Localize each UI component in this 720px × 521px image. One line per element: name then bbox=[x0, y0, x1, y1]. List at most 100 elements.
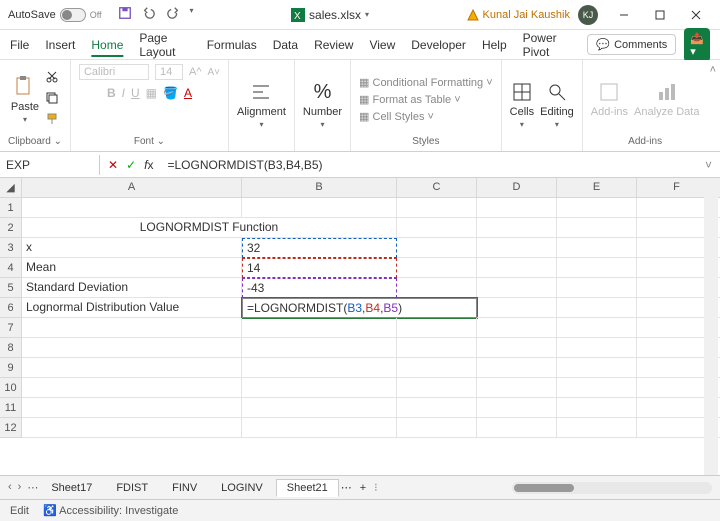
expand-formula-icon[interactable]: ˅ bbox=[697, 158, 720, 172]
row-3[interactable]: 3 bbox=[0, 238, 22, 258]
cut-icon[interactable] bbox=[45, 70, 59, 87]
avatar[interactable]: KJ bbox=[578, 5, 598, 25]
comments-button[interactable]: 💬 Comments bbox=[587, 34, 676, 55]
cell-B5[interactable]: -43 bbox=[242, 278, 397, 298]
tab-help[interactable]: Help bbox=[482, 38, 507, 52]
sheet-tab-5[interactable]: Sheet21 bbox=[276, 479, 339, 497]
sheet-tab-1[interactable]: Sheet17 bbox=[40, 479, 103, 497]
cells-button[interactable]: Cells▾ bbox=[510, 80, 534, 129]
cell-A1[interactable] bbox=[22, 198, 242, 218]
warning-icon bbox=[467, 9, 479, 21]
editing-icon bbox=[545, 80, 569, 104]
row-8[interactable]: 8 bbox=[0, 338, 22, 358]
collapse-ribbon-icon[interactable]: ˄ bbox=[710, 64, 716, 76]
cell-B4[interactable]: 14 bbox=[242, 258, 397, 278]
col-A[interactable]: A bbox=[22, 178, 242, 198]
editing-button[interactable]: Editing▾ bbox=[540, 80, 574, 129]
conditional-formatting-button[interactable]: ▦ Conditional Formatting ˅ bbox=[359, 76, 493, 89]
cell-A3[interactable]: x bbox=[22, 238, 242, 258]
sheet-nav-prev[interactable]: ‹ bbox=[8, 481, 12, 494]
tab-view[interactable]: View bbox=[369, 38, 395, 52]
select-all[interactable]: ◢ bbox=[0, 178, 22, 198]
redo-icon[interactable] bbox=[166, 6, 180, 23]
cell-heading[interactable]: LOGNORMDIST Function bbox=[22, 218, 397, 238]
doc-dropdown-icon[interactable]: ▾ bbox=[365, 10, 369, 19]
addins-icon bbox=[597, 80, 621, 104]
cancel-formula-icon[interactable]: ✕ bbox=[108, 158, 118, 172]
sheet-nav-next[interactable]: › bbox=[18, 481, 22, 494]
close-button[interactable] bbox=[678, 0, 714, 30]
row-1[interactable]: 1 bbox=[0, 198, 22, 218]
save-icon[interactable] bbox=[118, 6, 132, 23]
row-11[interactable]: 11 bbox=[0, 398, 22, 418]
cell-B6[interactable]: =LOGNORMDIST(B3,B4,B5) bbox=[242, 298, 477, 318]
name-box[interactable]: EXP bbox=[0, 155, 100, 175]
fill-color-button[interactable]: 🪣 bbox=[163, 86, 178, 100]
row-2[interactable]: 2 bbox=[0, 218, 22, 238]
autosave-toggle[interactable] bbox=[60, 8, 86, 22]
paste-button[interactable]: Paste ▾ bbox=[11, 75, 39, 124]
underline-button[interactable]: U bbox=[131, 86, 140, 100]
row-6[interactable]: 6 bbox=[0, 298, 22, 318]
tab-page-layout[interactable]: Page Layout bbox=[139, 31, 190, 59]
tab-formulas[interactable]: Formulas bbox=[207, 38, 257, 52]
tab-developer[interactable]: Developer bbox=[411, 38, 466, 52]
increase-font-icon[interactable]: A^ bbox=[189, 66, 202, 78]
vertical-scrollbar[interactable] bbox=[704, 178, 718, 475]
row-12[interactable]: 12 bbox=[0, 418, 22, 438]
font-color-button[interactable]: A bbox=[184, 86, 192, 100]
alignment-label: Alignment bbox=[237, 106, 286, 118]
decrease-font-icon[interactable]: A˅ bbox=[207, 67, 220, 78]
row-4[interactable]: 4 bbox=[0, 258, 22, 278]
format-as-table-button[interactable]: ▦ Format as Table ˅ bbox=[359, 93, 493, 106]
alignment-button[interactable]: Alignment▾ bbox=[237, 80, 286, 129]
sheet-tab-3[interactable]: FINV bbox=[161, 479, 208, 497]
maximize-button[interactable] bbox=[642, 0, 678, 30]
number-button[interactable]: %Number▾ bbox=[303, 80, 342, 129]
cell-A5[interactable]: Standard Deviation bbox=[22, 278, 242, 298]
bold-button[interactable]: B bbox=[107, 86, 116, 100]
new-sheet-button[interactable]: + bbox=[354, 482, 372, 494]
tab-review[interactable]: Review bbox=[314, 38, 353, 52]
format-painter-icon[interactable] bbox=[45, 112, 59, 129]
row-5[interactable]: 5 bbox=[0, 278, 22, 298]
sheet-tab-2[interactable]: FDIST bbox=[105, 479, 159, 497]
sheet-nav-more[interactable]: ⋯ bbox=[27, 481, 38, 494]
tab-file[interactable]: File bbox=[10, 38, 29, 52]
font-name-input[interactable]: Calibri bbox=[79, 64, 149, 80]
sheet-tab-4[interactable]: LOGINV bbox=[210, 479, 274, 497]
tab-data[interactable]: Data bbox=[273, 38, 298, 52]
formula-bar[interactable]: =LOGNORMDIST(B3,B4,B5) bbox=[161, 155, 697, 175]
row-9[interactable]: 9 bbox=[0, 358, 22, 378]
undo-icon[interactable] bbox=[142, 6, 156, 23]
col-B[interactable]: B bbox=[242, 178, 397, 198]
paste-icon bbox=[13, 75, 37, 99]
cell-A6[interactable]: Lognormal Distribution Value bbox=[22, 298, 242, 318]
clipboard-group-label: Clipboard ⌄ bbox=[8, 134, 62, 147]
row-7[interactable]: 7 bbox=[0, 318, 22, 338]
cell-A4[interactable]: Mean bbox=[22, 258, 242, 278]
fx-icon[interactable]: fx bbox=[144, 158, 153, 172]
cell-B1[interactable] bbox=[242, 198, 397, 218]
accessibility-status[interactable]: ♿ Accessibility: Investigate bbox=[43, 504, 178, 517]
addins-button[interactable]: Add-ins bbox=[591, 80, 628, 118]
row-10[interactable]: 10 bbox=[0, 378, 22, 398]
italic-button[interactable]: I bbox=[122, 86, 125, 100]
col-D[interactable]: D bbox=[477, 178, 557, 198]
tab-insert[interactable]: Insert bbox=[45, 38, 75, 52]
cell-B3[interactable]: 32 bbox=[242, 238, 397, 258]
col-E[interactable]: E bbox=[557, 178, 637, 198]
tab-power-pivot[interactable]: Power Pivot bbox=[523, 31, 572, 59]
horizontal-scrollbar[interactable] bbox=[512, 482, 712, 494]
border-button[interactable]: ▦ bbox=[146, 86, 157, 100]
tab-home[interactable]: Home bbox=[91, 38, 123, 52]
font-size-input[interactable]: 14 bbox=[155, 64, 183, 80]
enter-formula-icon[interactable]: ✓ bbox=[126, 158, 136, 172]
minimize-button[interactable] bbox=[606, 0, 642, 30]
col-C[interactable]: C bbox=[397, 178, 477, 198]
copy-icon[interactable] bbox=[45, 91, 59, 108]
analyze-data-button[interactable]: Analyze Data bbox=[634, 80, 699, 118]
cell-styles-button[interactable]: ▦ Cell Styles ˅ bbox=[359, 110, 493, 123]
share-button[interactable]: 📤▾ bbox=[684, 28, 710, 62]
sheet-more-icon[interactable]: ⋯ bbox=[341, 481, 352, 494]
